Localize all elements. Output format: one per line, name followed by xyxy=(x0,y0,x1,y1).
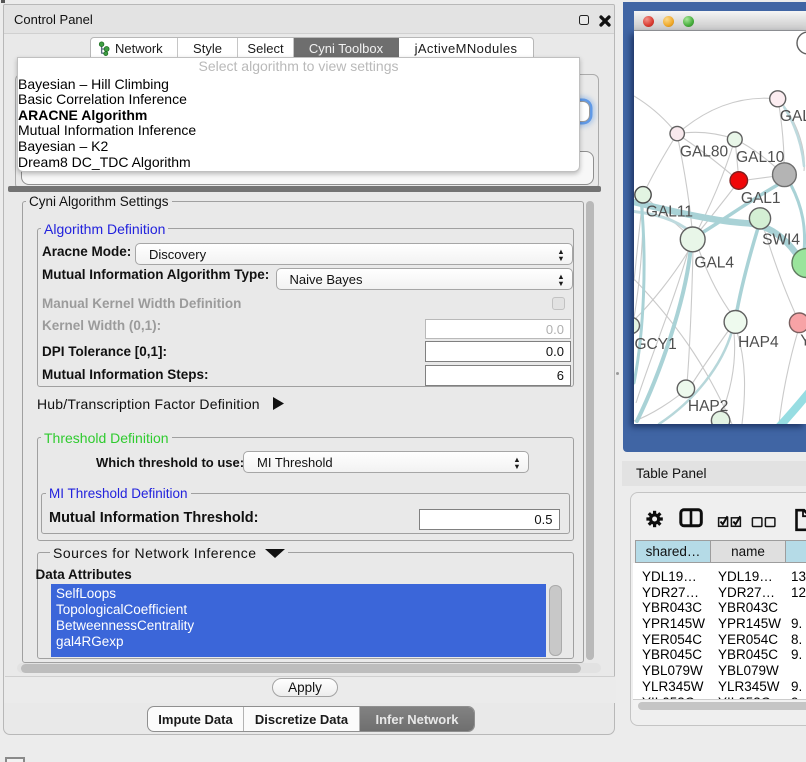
svg-text:GAL80: GAL80 xyxy=(680,144,729,161)
svg-text:GAL10: GAL10 xyxy=(736,149,785,166)
svg-text:HAP4: HAP4 xyxy=(738,334,779,351)
svg-text:GAL4: GAL4 xyxy=(694,254,734,271)
svg-text:GAL7: GAL7 xyxy=(780,108,806,125)
svg-text:GAL1: GAL1 xyxy=(741,190,781,207)
svg-text:HAP2: HAP2 xyxy=(688,398,729,415)
svg-text:Y: Y xyxy=(800,333,806,350)
svg-text:GCY1: GCY1 xyxy=(635,336,677,353)
svg-text:GAL11: GAL11 xyxy=(646,203,693,220)
svg-text:SWI4: SWI4 xyxy=(762,231,800,248)
